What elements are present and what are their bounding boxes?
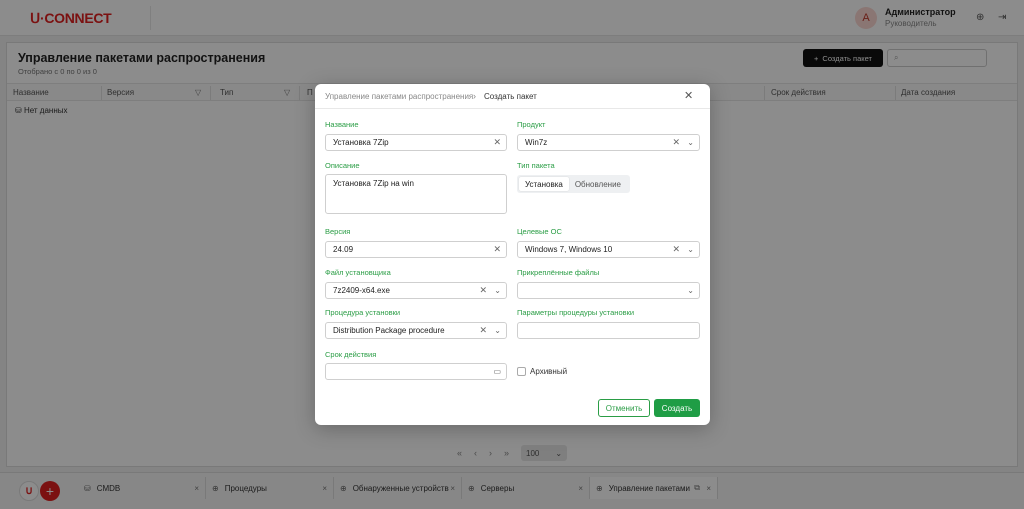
target-os-label: Целевые ОС <box>517 227 562 236</box>
installer-select[interactable]: 7z2409-x64.exe ✕ ⌄ <box>325 282 507 299</box>
breadcrumb-current: Создать пакет <box>484 92 537 101</box>
chevron-down-icon: ⌄ <box>494 326 501 335</box>
chevron-down-icon: ⌄ <box>687 286 694 295</box>
params-label: Параметры процедуры установки <box>517 308 635 317</box>
attached-files-select[interactable]: ⌄ <box>517 282 700 299</box>
close-icon[interactable]: ✕ <box>684 89 693 102</box>
target-os-select[interactable]: Windows 7, Windows 10 ✕ ⌄ <box>517 241 700 258</box>
procedure-label: Процедура установки <box>325 308 401 317</box>
breadcrumb-parent[interactable]: Управление пакетами распространения <box>325 92 473 101</box>
version-input[interactable]: 24.09 ✕ <box>325 241 507 258</box>
dialog-header: Управление пакетами распространения › Со… <box>315 84 710 109</box>
installer-label: Файл установщика <box>325 268 391 277</box>
clear-icon[interactable]: ✕ <box>672 137 680 148</box>
procedure-select[interactable]: Distribution Package procedure ✕ ⌄ <box>325 322 507 339</box>
clear-icon[interactable]: ✕ <box>479 285 487 296</box>
archived-label: Архивный <box>530 367 568 376</box>
package-type-label: Тип пакета <box>517 161 555 170</box>
description-label: Описание <box>325 161 360 170</box>
clear-icon[interactable]: ✕ <box>493 137 501 148</box>
chevron-down-icon: ⌄ <box>494 286 501 295</box>
chevron-down-icon: ⌄ <box>687 138 694 147</box>
version-label: Версия <box>325 227 351 236</box>
description-textarea[interactable]: Установка 7Zip на win <box>325 174 507 214</box>
package-type-toggle: Установка Обновление <box>517 175 630 193</box>
package-type-update[interactable]: Обновление <box>569 180 627 189</box>
calendar-icon[interactable]: ▭ <box>493 367 501 376</box>
create-button[interactable]: Создать <box>654 399 700 417</box>
product-select[interactable]: Win7z ✕ ⌄ <box>517 134 700 151</box>
archived-checkbox[interactable] <box>517 367 526 376</box>
chevron-right-icon: › <box>473 91 476 101</box>
cancel-button[interactable]: Отменить <box>598 399 650 417</box>
product-label: Продукт <box>517 120 546 129</box>
package-type-install[interactable]: Установка <box>519 177 569 191</box>
name-input[interactable]: Установка 7Zip ✕ <box>325 134 507 151</box>
name-label: Название <box>325 120 359 129</box>
chevron-down-icon: ⌄ <box>687 245 694 254</box>
create-package-dialog: Управление пакетами распространения › Со… <box>315 84 710 425</box>
clear-icon[interactable]: ✕ <box>672 244 680 255</box>
attached-files-label: Прикреплённые файлы <box>517 268 600 277</box>
expiry-label: Срок действия <box>325 350 377 359</box>
params-input[interactable] <box>517 322 700 339</box>
clear-icon[interactable]: ✕ <box>493 244 501 255</box>
clear-icon[interactable]: ✕ <box>479 325 487 336</box>
expiry-date-input[interactable]: ▭ <box>325 363 507 380</box>
